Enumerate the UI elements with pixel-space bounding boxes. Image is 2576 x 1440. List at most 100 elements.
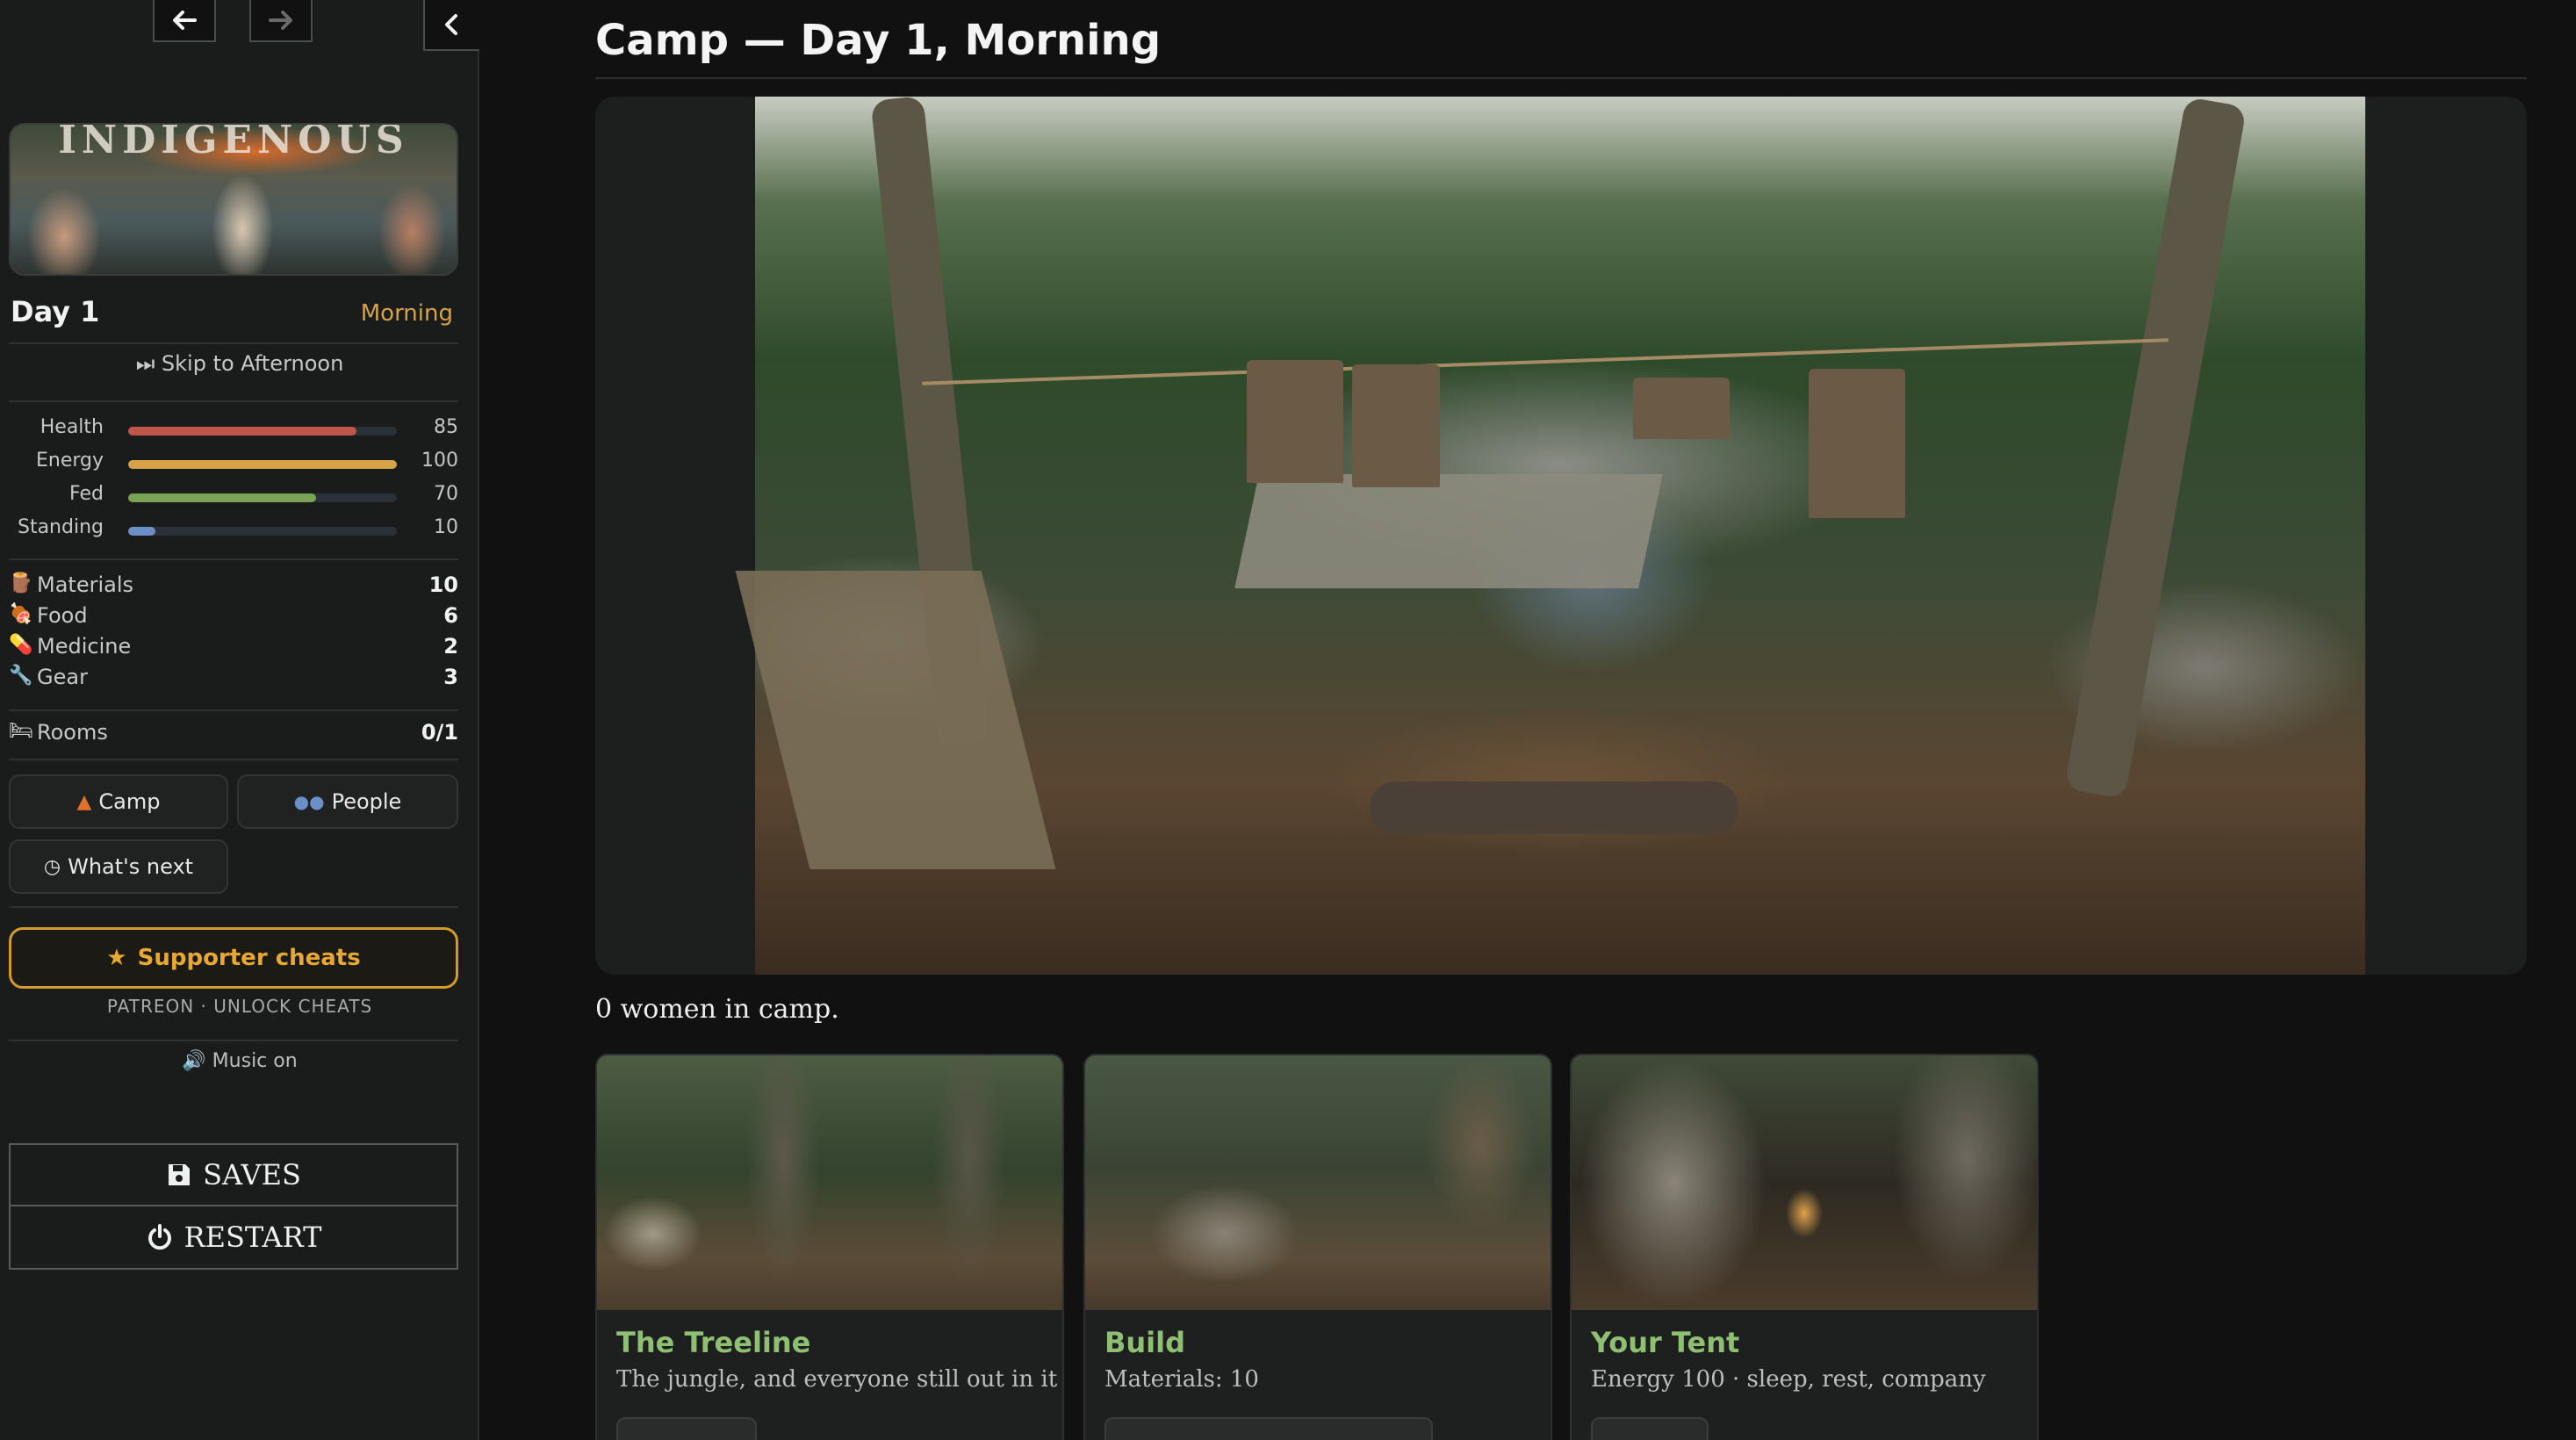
resource-row-materials: 🪵 Materials 10 — [0, 571, 479, 601]
page-title: Camp — Day 1, Morning — [595, 16, 1162, 65]
resource-value: 2 — [443, 634, 458, 659]
gear-icon: 🔧 — [9, 665, 33, 687]
sidebar: INDIGENOUS Day 1 Morning ⏭ Skip to After… — [0, 0, 479, 1440]
tarp-tent — [735, 571, 1056, 869]
resource-label: Food — [37, 603, 88, 628]
people-button-label: People — [331, 789, 402, 814]
music-toggle[interactable]: 🔊 Music on — [0, 1050, 479, 1072]
card-action-button[interactable] — [616, 1417, 757, 1440]
tent-image — [1572, 1055, 2037, 1310]
rooms-label: Rooms — [37, 720, 108, 745]
treeline-image — [597, 1055, 1062, 1310]
back-button[interactable] — [153, 0, 216, 42]
divider — [9, 906, 458, 908]
game-thumbnail: INDIGENOUS — [9, 123, 458, 276]
stat-bar-fill — [128, 460, 397, 469]
forward-button[interactable] — [249, 0, 313, 42]
card-title: Your Tent — [1591, 1326, 1740, 1359]
card-treeline[interactable]: The Treeline The jungle, and everyone st… — [595, 1054, 1064, 1440]
camp-button-label: Camp — [98, 789, 161, 814]
divider — [9, 342, 458, 344]
card-action-button[interactable] — [1105, 1417, 1433, 1440]
power-icon — [148, 1224, 171, 1250]
resource-row-gear: 🔧 Gear 3 — [0, 663, 479, 693]
stat-value: 85 — [434, 416, 458, 438]
stat-label: Health — [40, 416, 104, 438]
camp-button[interactable]: ▲ Camp — [9, 774, 228, 829]
collapse-sidebar-button[interactable] — [423, 0, 479, 51]
time-of-day-label: Morning — [360, 300, 453, 327]
resource-label: Gear — [37, 665, 88, 689]
card-title: Build — [1105, 1326, 1186, 1359]
medicine-icon: 💊 — [9, 634, 33, 656]
women-count-text: 0 women in camp. — [595, 994, 839, 1025]
skip-time-link[interactable]: ⏭ Skip to Afternoon — [0, 351, 479, 376]
stat-bar — [128, 493, 397, 502]
patreon-link[interactable]: PATREON · UNLOCK CHEATS — [0, 996, 479, 1017]
card-your-tent[interactable]: Your Tent Energy 100 · sleep, rest, comp… — [1570, 1054, 2039, 1440]
card-subtitle: Energy 100 · sleep, rest, company — [1591, 1366, 1986, 1393]
food-icon: 🍖 — [9, 603, 33, 625]
whats-next-button[interactable]: ◷ What's next — [9, 839, 228, 894]
chevron-left-icon — [445, 14, 457, 35]
rooms-row: 🛏 Rooms 0/1 — [0, 718, 479, 748]
stat-bar — [128, 527, 397, 536]
stat-row-fed: Fed 70 — [0, 479, 479, 513]
resource-label: Materials — [37, 572, 134, 597]
stat-value: 100 — [421, 450, 458, 472]
resource-value: 6 — [443, 603, 458, 628]
campfire-icon: ▲ — [76, 790, 92, 813]
stat-bar-fill — [128, 427, 357, 436]
title-divider — [595, 77, 2527, 79]
hanging-pants — [1809, 369, 1905, 518]
divider — [9, 1040, 458, 1041]
card-subtitle: Materials: 10 — [1105, 1366, 1259, 1393]
stat-bar-fill — [128, 493, 317, 502]
stat-bar — [128, 427, 397, 436]
rooms-value: 0/1 — [421, 720, 458, 745]
stat-label: Standing — [17, 516, 104, 538]
card-title: The Treeline — [616, 1326, 811, 1359]
stat-value: 70 — [434, 483, 458, 505]
stat-row-standing: Standing 10 — [0, 513, 479, 546]
hanging-shirt — [1247, 360, 1343, 483]
stat-label: Fed — [69, 483, 104, 505]
restart-button[interactable]: RESTART — [9, 1206, 458, 1270]
stat-label: Energy — [35, 450, 104, 472]
tarp-shelter — [1234, 474, 1663, 588]
bed-icon: 🛏 — [9, 720, 33, 742]
saves-label: SAVES — [203, 1158, 301, 1192]
thumbnail-title: INDIGENOUS — [58, 123, 409, 162]
card-subtitle: The jungle, and everyone still out in it — [616, 1366, 1058, 1393]
divider — [9, 558, 458, 560]
resource-row-food: 🍖 Food 6 — [0, 601, 479, 631]
materials-icon: 🪵 — [9, 572, 33, 594]
camp-scene-image — [735, 97, 2365, 975]
divider — [9, 709, 458, 711]
star-icon: ★ — [106, 945, 127, 971]
scene-image-frame — [595, 97, 2527, 975]
tree-trunk — [2064, 97, 2247, 800]
people-button[interactable]: ●● People — [237, 774, 458, 829]
card-build[interactable]: Build Materials: 10 — [1083, 1054, 1552, 1440]
day-label: Day 1 — [11, 295, 100, 328]
resource-row-medicine: 💊 Medicine 2 — [0, 632, 479, 662]
saves-button[interactable]: SAVES — [9, 1143, 458, 1206]
arrow-right-icon — [269, 11, 292, 30]
stat-bar-fill — [128, 527, 155, 536]
people-icon: ●● — [293, 791, 325, 812]
resource-label: Medicine — [37, 634, 132, 659]
build-image — [1085, 1055, 1551, 1310]
hanging-shirt — [1633, 378, 1730, 439]
resource-value: 10 — [428, 572, 458, 597]
firepit — [1370, 781, 1738, 834]
card-action-button[interactable] — [1591, 1417, 1709, 1440]
floppy-disk-icon — [169, 1164, 191, 1185]
stat-value: 10 — [434, 516, 458, 538]
resource-value: 3 — [443, 665, 458, 689]
hanging-shirt — [1352, 364, 1440, 487]
stat-row-health: Health 85 — [0, 413, 479, 446]
divider — [9, 400, 458, 402]
supporter-cheats-button[interactable]: ★ Supporter cheats — [9, 927, 458, 989]
whats-next-button-label: What's next — [68, 854, 194, 879]
